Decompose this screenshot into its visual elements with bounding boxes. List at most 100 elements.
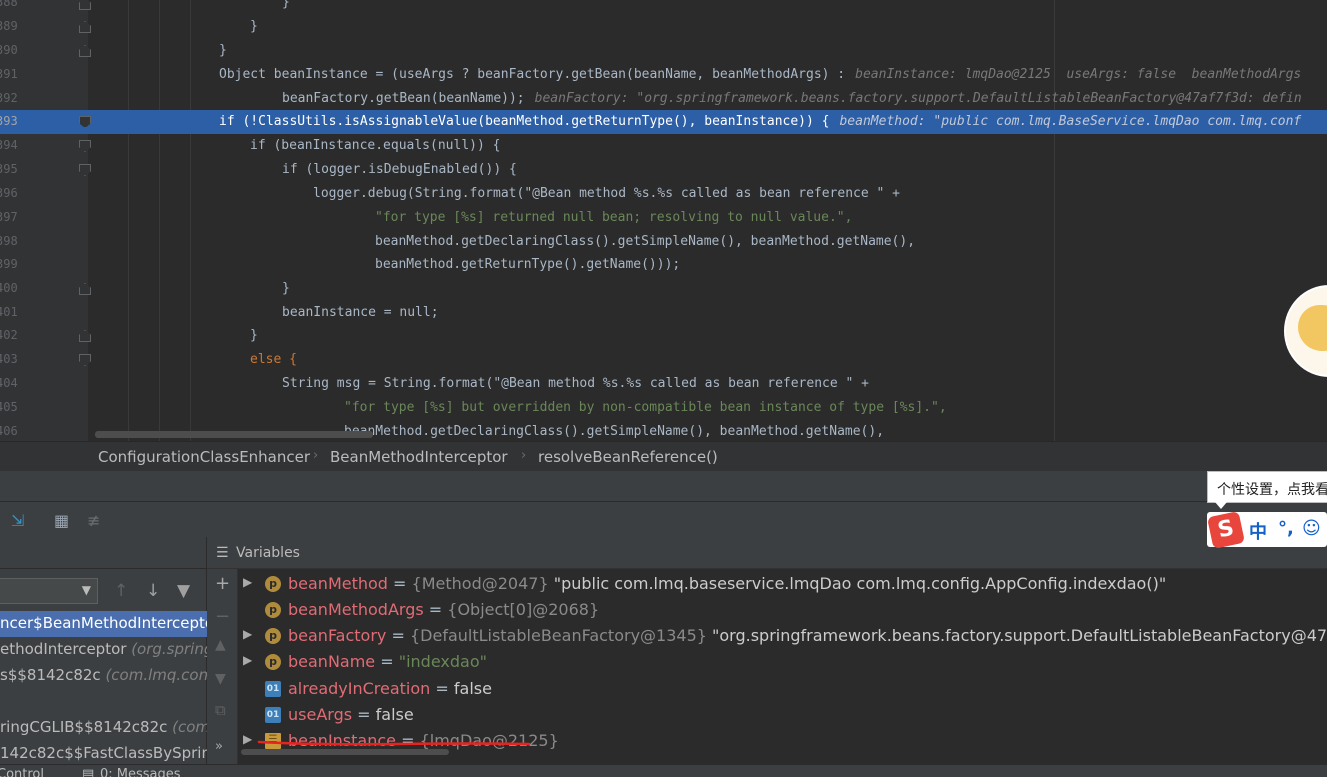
move-down-icon[interactable]: ▼ xyxy=(215,671,226,687)
more-chevrons-icon[interactable]: » xyxy=(215,739,223,754)
primitive-icon: 01 xyxy=(265,707,281,723)
code-text: else { xyxy=(250,352,297,367)
code-line[interactable]: 392 beanFactory.getBean(beanName));beanF… xyxy=(0,87,1327,111)
stack-frame[interactable] xyxy=(0,689,207,715)
variable-row[interactable]: p beanMethodArgs = {Object[0]@2068} xyxy=(238,597,1327,623)
line-number: 404 xyxy=(0,376,18,390)
breadcrumb-inner-class[interactable]: BeanMethodInterceptor xyxy=(330,448,508,466)
code-text: } xyxy=(219,43,227,58)
breadcrumb-separator-icon: › xyxy=(521,448,527,463)
parameter-icon: p xyxy=(265,654,281,670)
fold-marker-icon[interactable] xyxy=(79,0,91,10)
expand-arrow-icon[interactable]: ▶ xyxy=(243,575,252,589)
code-line[interactable]: 388 } xyxy=(0,0,1327,15)
variables-title: Variables xyxy=(236,545,300,561)
code-line[interactable]: 397 "for type [%s] returned null bean; r… xyxy=(0,206,1327,230)
code-line[interactable]: 402 } xyxy=(0,324,1327,348)
code-text: "for type [%s] but overridden by non-com… xyxy=(344,400,947,415)
ime-punctuation-toggle[interactable]: °, xyxy=(1278,518,1294,539)
ime-toolbar[interactable]: S 中 °, ☺ xyxy=(1207,511,1327,549)
line-number: 390 xyxy=(0,43,18,57)
code-editor[interactable]: 388 } 389 } 390 } 391 Object beanInstanc… xyxy=(0,0,1327,441)
chevron-down-icon: ▼ xyxy=(81,583,91,597)
line-number: 392 xyxy=(0,91,18,105)
line-number: 391 xyxy=(0,67,18,81)
stack-frame[interactable]: s$$8142c82c (com.lmq.config xyxy=(0,663,207,689)
inline-debug-value: beanFactory: "org.springframework.beans.… xyxy=(534,91,1302,106)
filter-icon[interactable]: ▼ xyxy=(177,581,190,601)
trace-icon[interactable]: ≢ xyxy=(87,511,100,530)
code-line[interactable]: 390 } xyxy=(0,39,1327,63)
sogou-logo-icon[interactable]: S xyxy=(1207,511,1245,549)
line-number: 393 xyxy=(0,114,18,128)
breadcrumb-class[interactable]: ConfigurationClassEnhancer xyxy=(98,448,310,466)
line-number: 406 xyxy=(0,424,18,438)
menu-icon: ☰ xyxy=(216,545,229,561)
debug-toolbar xyxy=(0,501,1327,537)
move-up-icon[interactable]: ▲ xyxy=(215,637,226,653)
bottom-tool-tabs: Control ▤ 0: Messages xyxy=(0,764,1327,777)
thread-selector[interactable]: ▼ xyxy=(0,578,98,604)
arrow-up-icon[interactable]: ↑ xyxy=(114,581,128,601)
code-text: String msg = String.format("@Bean method… xyxy=(282,376,869,391)
ime-tooltip: 个性设置，点我看 xyxy=(1207,471,1327,503)
inline-debug-value: beanMethod: "public com.lmq.BaseService.… xyxy=(839,114,1302,129)
primitive-icon: 01 xyxy=(265,681,281,697)
arrow-down-icon[interactable]: ↓ xyxy=(146,581,160,601)
line-number: 405 xyxy=(0,400,18,414)
stack-frame[interactable]: ethodInterceptor (org.spring xyxy=(0,637,207,663)
variable-row[interactable]: ▶ p beanName = "indexdao" xyxy=(238,649,1327,675)
ime-emoji-icon[interactable]: ☺ xyxy=(1302,518,1321,539)
code-text: "for type [%s] returned null bean; resol… xyxy=(375,210,853,225)
parameter-icon: p xyxy=(265,576,281,592)
stack-frame[interactable]: ringCGLIB$$8142c82c (com. xyxy=(0,715,207,741)
line-number: 397 xyxy=(0,210,18,224)
code-line[interactable]: 396 logger.debug(String.format("@Bean me… xyxy=(0,182,1327,206)
line-number: 388 xyxy=(0,0,18,9)
variable-row[interactable]: 01 useArgs = false xyxy=(238,702,1327,728)
code-line[interactable]: 401 beanInstance = null; xyxy=(0,301,1327,325)
debug-tool-window: ⇲ ▦ ≢ ▼ ↑ ↓ ▼ ncer$BeanMethodIntercepto … xyxy=(0,471,1327,777)
code-text: if (logger.isDebugEnabled()) { xyxy=(282,162,517,177)
line-number: 396 xyxy=(0,186,18,200)
messages-icon: ▤ xyxy=(82,767,95,777)
remove-watch-icon[interactable]: − xyxy=(215,606,230,627)
breadcrumb-method[interactable]: resolveBeanReference() xyxy=(538,448,718,466)
editor-horizontal-scrollbar[interactable] xyxy=(95,431,373,438)
code-line[interactable]: 394 if (beanInstance.equals(null)) { xyxy=(0,134,1327,158)
code-line[interactable]: 391 Object beanInstance = (useArgs ? bea… xyxy=(0,63,1327,87)
expand-arrow-icon[interactable]: ▶ xyxy=(243,732,252,746)
code-line[interactable]: 395 if (logger.isDebugEnabled()) { xyxy=(0,158,1327,182)
line-number: 399 xyxy=(0,257,18,271)
variable-row[interactable]: ▶ p beanFactory = {DefaultListableBeanFa… xyxy=(238,623,1327,649)
tab-messages[interactable]: 0: Messages xyxy=(100,767,181,777)
run-to-cursor-icon[interactable]: ⇲ xyxy=(11,511,24,530)
code-line[interactable]: 404 String msg = String.format("@Bean me… xyxy=(0,372,1327,396)
line-number: 403 xyxy=(0,352,18,366)
add-watch-icon[interactable]: + xyxy=(215,573,230,594)
line-number: 398 xyxy=(0,234,18,248)
code-line[interactable]: 399 beanMethod.getReturnType().getName()… xyxy=(0,253,1327,277)
stack-frame[interactable]: ncer$BeanMethodIntercepto xyxy=(0,611,207,637)
copy-icon[interactable]: ⧉ xyxy=(215,701,226,719)
expand-arrow-icon[interactable]: ▶ xyxy=(243,653,252,667)
line-number: 389 xyxy=(0,19,18,33)
variable-row[interactable]: 01 alreadyInCreation = false xyxy=(238,676,1327,702)
code-line[interactable]: 403 else { xyxy=(0,348,1327,372)
code-text: beanFactory.getBean(beanName)); beanFacto… xyxy=(282,91,1302,106)
code-line[interactable]: 389 } xyxy=(0,15,1327,39)
code-text: beanInstance = null; xyxy=(282,305,439,320)
parameter-icon: p xyxy=(265,628,281,644)
ime-mode-toggle[interactable]: 中 xyxy=(1249,518,1267,544)
code-line[interactable]: 398 beanMethod.getDeclaringClass().getSi… xyxy=(0,230,1327,254)
variable-row[interactable]: ▶ p beanMethod = {Method@2047} "public c… xyxy=(238,571,1327,597)
evaluate-expression-icon[interactable]: ▦ xyxy=(54,511,69,530)
code-line[interactable]: 405 "for type [%s] but overridden by non… xyxy=(0,396,1327,420)
tab-control[interactable]: Control xyxy=(0,767,44,777)
current-execution-line[interactable]: 393 if (!ClassUtils.isAssignableValue(be… xyxy=(0,110,1327,134)
code-line[interactable]: 400 } xyxy=(0,277,1327,301)
expand-arrow-icon[interactable]: ▶ xyxy=(243,627,252,641)
line-number: 395 xyxy=(0,162,18,176)
variables-horizontal-scrollbar[interactable] xyxy=(241,749,449,755)
code-text: Object beanInstance = (useArgs ? beanFac… xyxy=(219,67,1302,82)
